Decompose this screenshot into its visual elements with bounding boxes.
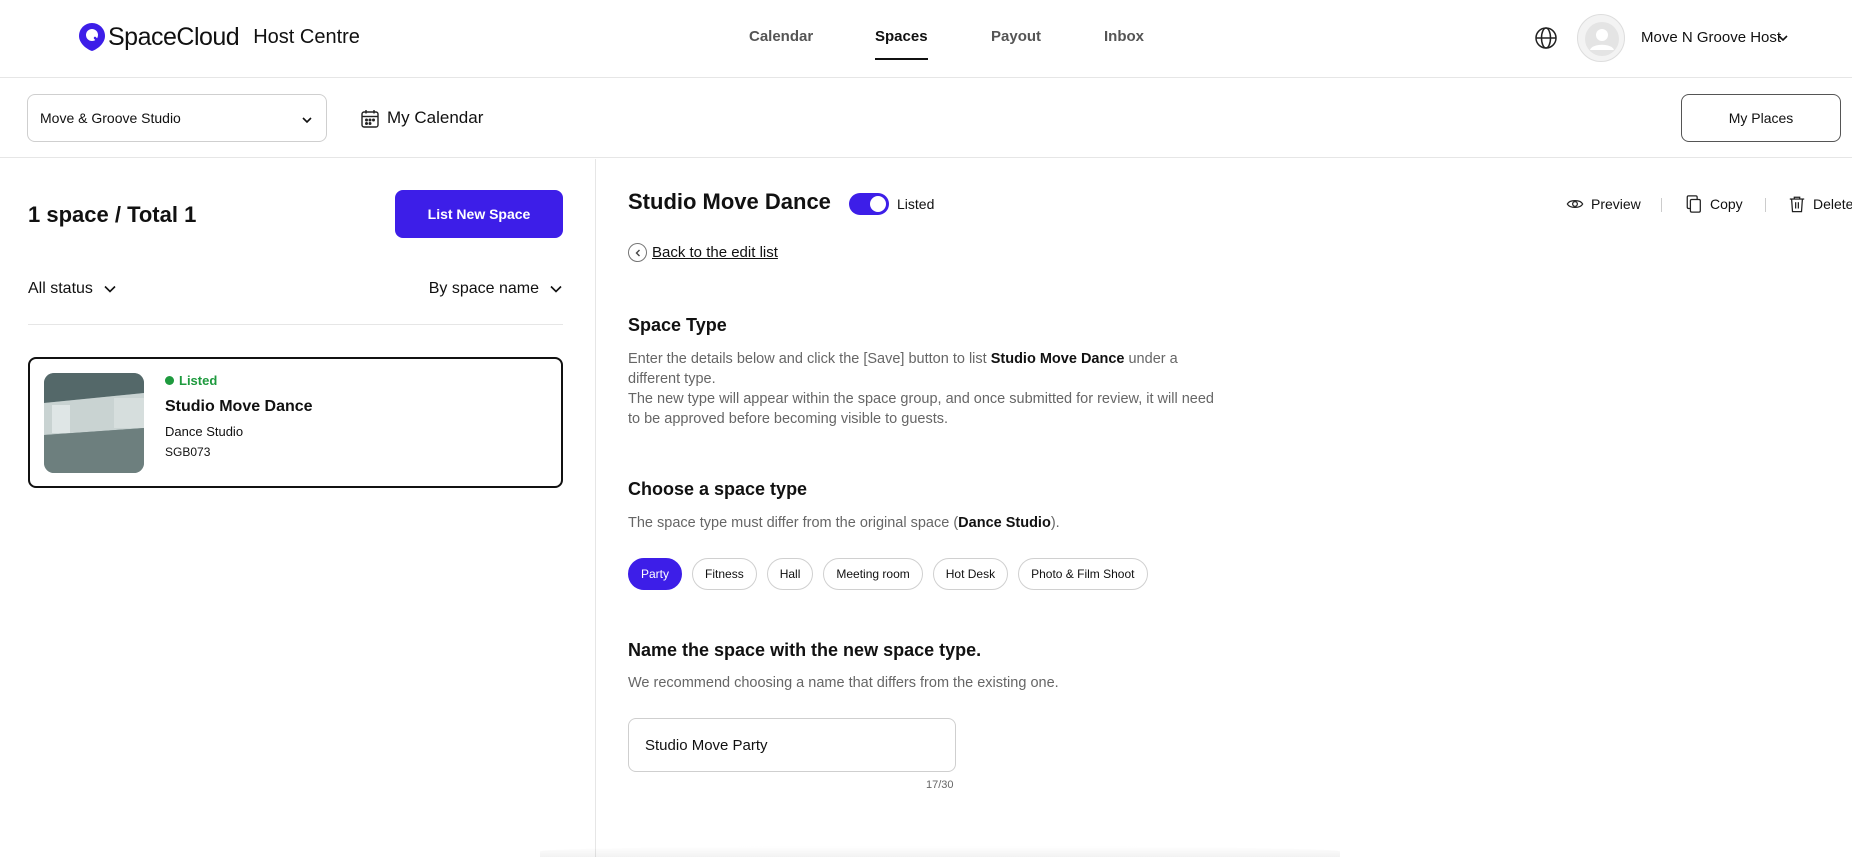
desc-text: The new type will appear within the spac… (628, 391, 1214, 427)
space-type-chips: Party Fitness Hall Meeting room Hot Desk… (628, 558, 1158, 590)
calendar-icon (361, 109, 379, 128)
status-filter[interactable]: All status (28, 280, 117, 298)
space-count: 1 space / Total 1 (28, 202, 197, 227)
copy-button[interactable]: Copy (1685, 195, 1743, 213)
nav-inbox[interactable]: Inbox (1104, 28, 1144, 45)
bottom-shadow (540, 846, 1340, 857)
main-nav: Calendar Spaces Payout Inbox (0, 28, 1852, 68)
choose-type-heading: Choose a space type (628, 479, 808, 499)
space-card[interactable]: Listed Studio Move Dance Dance Studio SG… (28, 357, 563, 488)
copy-label: Copy (1710, 196, 1743, 212)
delete-label: Delete (1813, 196, 1852, 212)
chevron-down-icon (104, 285, 116, 293)
status-text: Listed (179, 373, 218, 388)
space-code: SGB073 (165, 445, 211, 459)
copy-icon (1686, 195, 1701, 213)
toggle-knob (870, 196, 886, 212)
my-calendar-label: My Calendar (387, 108, 484, 127)
user-icon (1585, 22, 1619, 56)
globe-icon[interactable] (1534, 26, 1558, 50)
choose-type-description: The space type must differ from the orig… (628, 513, 1218, 533)
preview-label: Preview (1591, 196, 1641, 212)
name-space-description: We recommend choosing a name that differ… (628, 675, 1059, 691)
user-name[interactable]: Move N Groove Host (1641, 29, 1781, 46)
separator (1661, 198, 1662, 212)
listed-label: Listed (897, 196, 935, 212)
eye-icon (1566, 199, 1584, 209)
chip-hall[interactable]: Hall (766, 558, 814, 590)
top-bar: SpaceCloud Host Centre Calendar Spaces P… (0, 0, 1852, 78)
chip-hot-desk[interactable]: Hot Desk (932, 558, 1009, 590)
desc-text: ). (1050, 515, 1060, 531)
page-title: Studio Move Dance (628, 189, 831, 214)
nav-calendar[interactable]: Calendar (749, 28, 813, 45)
space-type: Dance Studio (165, 424, 244, 439)
divider (28, 324, 563, 325)
name-space-heading: Name the space with the new space type. (628, 640, 982, 660)
nav-payout[interactable]: Payout (991, 28, 1041, 45)
space-title: Studio Move Dance (165, 398, 313, 415)
my-calendar-link[interactable]: My Calendar (361, 108, 483, 128)
space-type-description: Enter the details below and click the [S… (628, 349, 1218, 429)
space-list-panel: 1 space / Total 1 List New Space All sta… (0, 159, 596, 857)
chip-meeting-room[interactable]: Meeting room (823, 558, 923, 590)
chip-fitness[interactable]: Fitness (692, 558, 757, 590)
chevron-down-icon (550, 285, 562, 293)
nav-spaces[interactable]: Spaces (875, 28, 928, 60)
character-counter: 17/30 (926, 779, 954, 791)
back-link-label: Back to the edit list (652, 244, 778, 261)
desc-text: The space type must differ from the orig… (628, 515, 959, 531)
back-link[interactable]: Back to the edit list (628, 243, 778, 262)
space-type-heading: Space Type (628, 315, 727, 335)
sort-filter[interactable]: By space name (429, 280, 563, 298)
sort-filter-label: By space name (428, 280, 539, 297)
status-badge: Listed (165, 373, 217, 388)
trash-icon (1789, 196, 1805, 213)
sub-bar: Move & Groove Studio My Calendar My Plac… (0, 78, 1852, 158)
listed-toggle[interactable] (849, 193, 889, 215)
status-filter-label: All status (28, 280, 93, 297)
status-dot (165, 376, 174, 385)
space-thumbnail (44, 373, 144, 473)
chevron-left-icon (628, 243, 647, 262)
chevron-down-icon[interactable] (1777, 32, 1789, 44)
avatar[interactable] (1577, 14, 1625, 62)
original-type: Dance Studio (958, 515, 1051, 531)
desc-text: Enter the details below and click the [S… (628, 351, 991, 367)
space-name-input[interactable] (628, 718, 956, 772)
chip-party[interactable]: Party (628, 558, 683, 590)
place-select-value: Move & Groove Studio (40, 110, 181, 126)
chip-photo-film-shoot[interactable]: Photo & Film Shoot (1018, 558, 1148, 590)
list-new-space-button[interactable]: List New Space (395, 190, 563, 238)
delete-button[interactable]: Delete (1788, 195, 1852, 213)
preview-button[interactable]: Preview (1566, 195, 1641, 213)
separator (1765, 198, 1766, 212)
my-places-button[interactable]: My Places (1681, 94, 1841, 142)
space-detail-panel: Studio Move Dance Listed Preview Copy De… (597, 159, 1852, 857)
chevron-down-icon (302, 117, 312, 124)
desc-space-name: Studio Move Dance (990, 351, 1125, 367)
place-select[interactable]: Move & Groove Studio (27, 94, 327, 142)
